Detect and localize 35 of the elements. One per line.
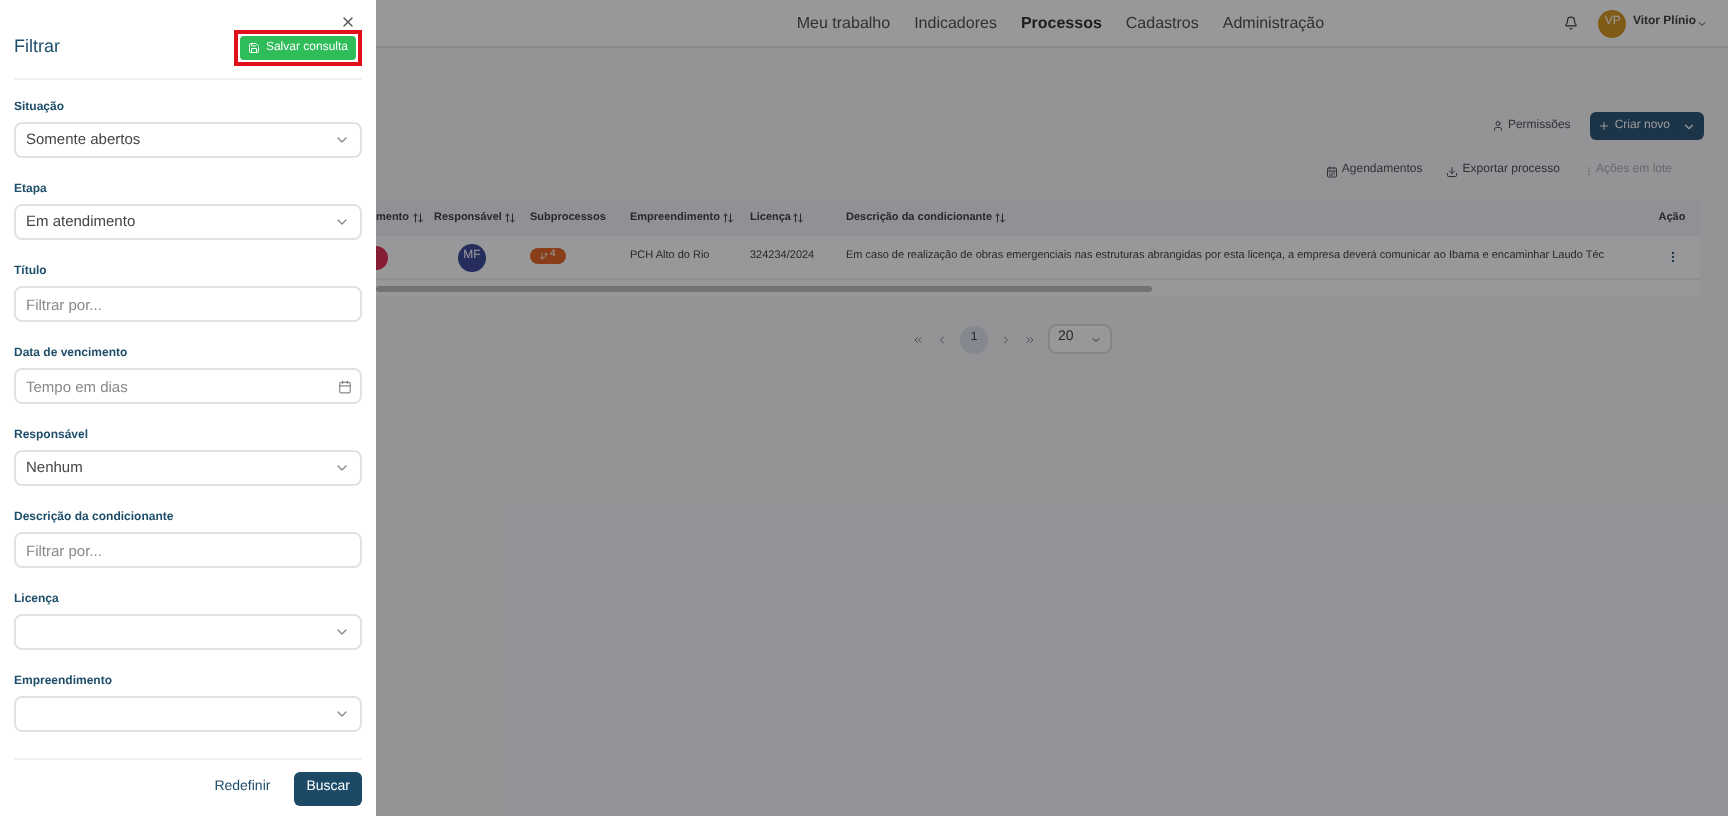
- sort-icon: [503, 212, 516, 224]
- nav-link[interactable]: Administração: [1222, 11, 1325, 35]
- nav-link[interactable]: Indicadores: [914, 11, 997, 35]
- sort-icon: [411, 212, 423, 224]
- chevron-down-icon: [334, 214, 350, 230]
- chevron-down-icon: [334, 706, 350, 722]
- last-page-icon[interactable]: [1024, 333, 1036, 345]
- nav-link[interactable]: Cadastros: [1125, 11, 1199, 35]
- calendar-icon: [1325, 165, 1338, 177]
- nav-link[interactable]: Processos: [1020, 11, 1102, 35]
- previous-page-icon[interactable]: [936, 333, 948, 345]
- scrollbar[interactable]: [376, 285, 1152, 291]
- next-page-icon[interactable]: [1000, 333, 1012, 345]
- plus-icon: [1598, 120, 1611, 132]
- calendar-icon: [338, 379, 352, 393]
- chevron-down-icon: [1696, 17, 1708, 29]
- sort-icon: [994, 212, 1007, 224]
- chevron-down-icon: [334, 132, 350, 148]
- chevron-down-icon: [1682, 119, 1696, 133]
- select-field[interactable]: [14, 696, 362, 732]
- close-icon[interactable]: [340, 14, 356, 30]
- branch-icon: [540, 251, 548, 260]
- chevron-down-icon: [334, 460, 350, 476]
- sort-icon: [721, 212, 734, 224]
- first-page-icon[interactable]: [912, 333, 924, 345]
- save-icon: [247, 42, 260, 54]
- user-icon: [1491, 120, 1504, 132]
- bell-icon[interactable]: [1564, 16, 1579, 30]
- download-icon: [1446, 165, 1459, 177]
- select-field[interactable]: [14, 614, 362, 650]
- chevron-down-icon: [334, 624, 350, 640]
- chevron-down-icon: [1090, 333, 1102, 345]
- nav-link[interactable]: Meu trabalho: [796, 11, 891, 35]
- sort-icon: [792, 212, 805, 224]
- panel-title: Filtrar: [14, 34, 60, 61]
